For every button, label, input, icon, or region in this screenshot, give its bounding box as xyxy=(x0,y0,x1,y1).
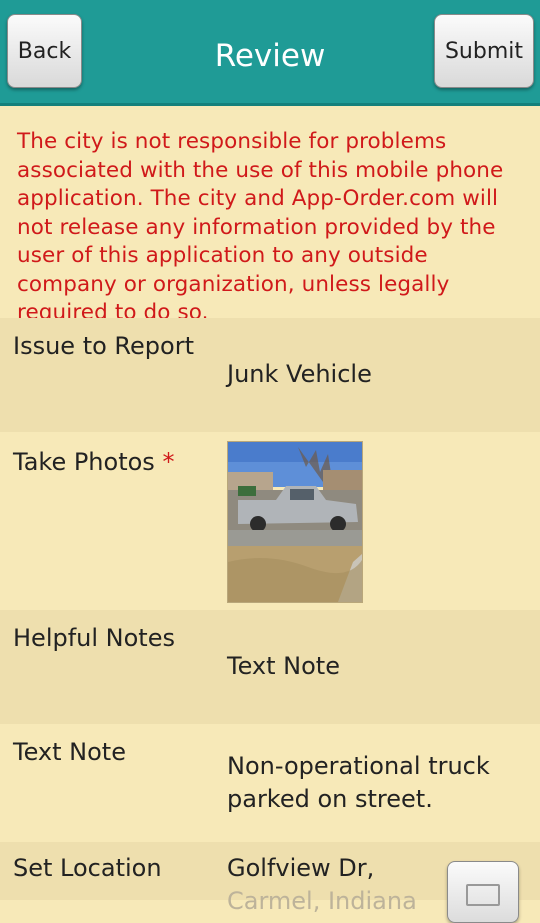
text-note-line-1: Non-operational truck xyxy=(227,752,490,780)
location-value: Golfview Dr, Carmel, Indiana xyxy=(227,852,417,918)
location-label: Set Location xyxy=(13,854,162,882)
text-note-line-2: parked on street. xyxy=(227,785,433,813)
issue-label: Issue to Report xyxy=(13,332,194,360)
text-note-label: Text Note xyxy=(13,738,126,766)
submit-button[interactable]: Submit xyxy=(434,14,534,88)
header-bar: Back Review Submit xyxy=(0,0,540,106)
location-line-2: Carmel, Indiana xyxy=(227,887,417,915)
photos-label-text: Take Photos xyxy=(13,448,155,476)
notes-label: Helpful Notes xyxy=(13,624,175,652)
required-mark: * xyxy=(162,448,175,476)
text-note-row[interactable]: Text Note Non-operational truck parked o… xyxy=(0,724,540,842)
map-icon xyxy=(466,884,500,906)
disclaimer-text: The city is not responsible for problems… xyxy=(17,129,504,325)
notes-value: Text Note xyxy=(227,652,340,680)
issue-row[interactable]: Issue to Report Junk Vehicle xyxy=(0,318,540,432)
text-note-value: Non-operational truck parked on street. xyxy=(227,750,490,816)
notes-row[interactable]: Helpful Notes Text Note xyxy=(0,610,540,724)
photos-label: Take Photos * xyxy=(13,448,174,476)
map-button[interactable] xyxy=(447,861,519,923)
issue-value: Junk Vehicle xyxy=(227,360,372,388)
location-line-1: Golfview Dr, xyxy=(227,854,375,882)
vehicle-photo[interactable] xyxy=(227,441,363,603)
truck-photo-image xyxy=(228,442,362,602)
